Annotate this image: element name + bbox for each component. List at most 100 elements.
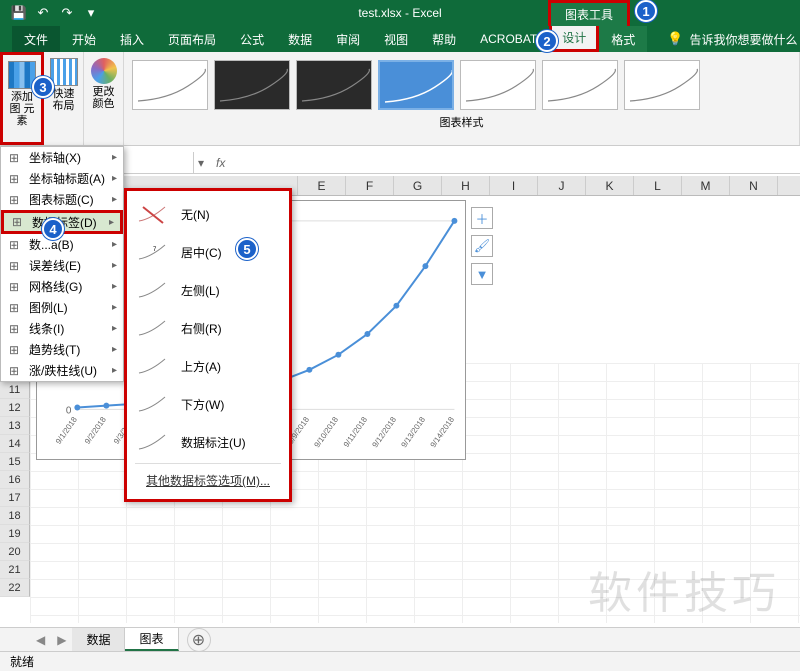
- change-colors-button[interactable]: 更改 颜色: [84, 52, 124, 145]
- qat-dropdown[interactable]: ▾: [80, 2, 102, 24]
- chevron-right-icon: ▸: [112, 344, 117, 355]
- dd2-right-label: 右侧(R): [181, 320, 222, 337]
- quick-layout-button[interactable]: 快速布局: [44, 52, 84, 145]
- dd2-right[interactable]: 右侧(R): [127, 309, 289, 347]
- row-header[interactable]: 19: [0, 525, 30, 543]
- axis-title-icon: ⊞: [5, 171, 23, 187]
- dd2-left-label: 左侧(L): [181, 282, 220, 299]
- dd-updown-bars[interactable]: ⊞涨/跌柱线(U)▸: [1, 360, 123, 381]
- lines-icon: ⊞: [5, 321, 23, 337]
- fx-icon[interactable]: fx: [208, 156, 233, 170]
- row-header[interactable]: 11: [0, 381, 30, 399]
- dd2-center[interactable]: 7 居中(C): [127, 233, 289, 271]
- col-header-f[interactable]: F: [346, 176, 394, 195]
- quick-access-toolbar: 💾 ↶ ↷ ▾: [0, 2, 102, 24]
- tab-file[interactable]: 文件: [12, 26, 60, 52]
- sheet-tab-chart[interactable]: 图表: [125, 628, 178, 651]
- legend-icon: ⊞: [5, 300, 23, 316]
- tab-data[interactable]: 数据: [276, 26, 324, 52]
- tab-format[interactable]: 格式: [599, 26, 647, 52]
- name-box[interactable]: [124, 152, 194, 173]
- row-header[interactable]: 12: [0, 399, 30, 417]
- col-header-j[interactable]: J: [538, 176, 586, 195]
- dd-data-table[interactable]: ⊞数...a(B)▸: [1, 234, 123, 255]
- chart-style-1[interactable]: [132, 60, 208, 110]
- row-header[interactable]: 17: [0, 489, 30, 507]
- annotation-marker-4: 4: [42, 218, 64, 240]
- chart-style-2[interactable]: [214, 60, 290, 110]
- row-header[interactable]: 18: [0, 507, 30, 525]
- dd-error-bars[interactable]: ⊞误差线(E)▸: [1, 255, 123, 276]
- chevron-right-icon: ▸: [112, 302, 117, 313]
- chevron-right-icon: ▸: [112, 281, 117, 292]
- sheet-tab-bar: ◀ ▶ 数据 图表 ⊕: [0, 627, 800, 651]
- dd2-none[interactable]: 无(N): [127, 195, 289, 233]
- annotation-marker-3: 3: [32, 76, 54, 98]
- tab-help[interactable]: 帮助: [420, 26, 468, 52]
- dd-chart-title[interactable]: ⊞图表标题(C)▸: [1, 189, 123, 210]
- chart-style-6[interactable]: [542, 60, 618, 110]
- col-header-h[interactable]: H: [442, 176, 490, 195]
- undo-button[interactable]: ↶: [32, 2, 54, 24]
- dd-legend[interactable]: ⊞图例(L)▸: [1, 297, 123, 318]
- chart-filters-button[interactable]: ▼: [471, 263, 493, 285]
- redo-button[interactable]: ↷: [56, 2, 78, 24]
- dd-trendline[interactable]: ⊞趋势线(T)▸: [1, 339, 123, 360]
- dd2-callout[interactable]: 数据标注(U): [127, 423, 289, 461]
- chart-styles-button[interactable]: 🖌: [471, 235, 493, 257]
- chevron-right-icon: ▸: [112, 260, 117, 271]
- row-header[interactable]: 22: [0, 579, 30, 597]
- col-header-i[interactable]: I: [490, 176, 538, 195]
- tab-home[interactable]: 开始: [60, 26, 108, 52]
- dd-lines[interactable]: ⊞线条(I)▸: [1, 318, 123, 339]
- col-header-m[interactable]: M: [682, 176, 730, 195]
- dd2-left[interactable]: 左侧(L): [127, 271, 289, 309]
- dd2-more-options[interactable]: 其他数据标签选项(M)...: [127, 466, 289, 495]
- chart-style-3[interactable]: [296, 60, 372, 110]
- dd2-below[interactable]: 下方(W): [127, 385, 289, 423]
- dd2-callout-label: 数据标注(U): [181, 434, 246, 451]
- chart-style-7[interactable]: [624, 60, 700, 110]
- chart-style-5[interactable]: [460, 60, 536, 110]
- chart-elements-button[interactable]: ＋: [471, 207, 493, 229]
- tell-me-search[interactable]: 💡 告诉我你想要做什么: [667, 26, 797, 52]
- row-header[interactable]: 20: [0, 543, 30, 561]
- tell-me-placeholder: 告诉我你想要做什么: [689, 31, 797, 48]
- dd-axes[interactable]: ⊞坐标轴(X)▸: [1, 147, 123, 168]
- tab-review[interactable]: 审阅: [324, 26, 372, 52]
- save-button[interactable]: 💾: [8, 2, 30, 24]
- row-headers: 10 11 12 13 14 15 16 17 18 19 20 21 22: [0, 363, 30, 597]
- col-header-k[interactable]: K: [586, 176, 634, 195]
- tab-formula[interactable]: 公式: [228, 26, 276, 52]
- chart-styles-group: 图表样式: [124, 52, 800, 145]
- row-header[interactable]: 15: [0, 453, 30, 471]
- dd-axis-titles[interactable]: ⊞坐标轴标题(A)▸: [1, 168, 123, 189]
- col-header-n[interactable]: N: [730, 176, 778, 195]
- tab-insert[interactable]: 插入: [108, 26, 156, 52]
- col-header-e[interactable]: E: [298, 176, 346, 195]
- svg-text:9/14/2018: 9/14/2018: [428, 415, 456, 450]
- tab-page-layout[interactable]: 页面布局: [156, 26, 228, 52]
- dd-updown-bars-label: 涨/跌柱线(U): [29, 362, 97, 379]
- annotation-marker-5: 5: [236, 238, 258, 260]
- sheet-nav-next[interactable]: ▶: [51, 633, 72, 647]
- row-header[interactable]: 16: [0, 471, 30, 489]
- new-sheet-button[interactable]: ⊕: [187, 628, 211, 652]
- tab-view[interactable]: 视图: [372, 26, 420, 52]
- row-header[interactable]: 21: [0, 561, 30, 579]
- name-box-dropdown-icon[interactable]: ▾: [194, 156, 208, 170]
- row-header[interactable]: 14: [0, 435, 30, 453]
- dd2-above[interactable]: 上方(A): [127, 347, 289, 385]
- none-icon: [137, 203, 169, 225]
- chart-style-4[interactable]: [378, 60, 454, 110]
- sheet-nav-prev[interactable]: ◀: [30, 633, 51, 647]
- add-chart-element-button[interactable]: 添加图 元素: [0, 52, 44, 145]
- sheet-tab-data[interactable]: 数据: [72, 628, 125, 651]
- row-header[interactable]: 13: [0, 417, 30, 435]
- window-title: test.xlsx - Excel: [358, 6, 441, 20]
- data-labels-icon: ⊞: [8, 214, 26, 230]
- col-header-l[interactable]: L: [634, 176, 682, 195]
- dd-gridlines[interactable]: ⊞网格线(G)▸: [1, 276, 123, 297]
- svg-text:9/13/2018: 9/13/2018: [399, 415, 427, 450]
- col-header-g[interactable]: G: [394, 176, 442, 195]
